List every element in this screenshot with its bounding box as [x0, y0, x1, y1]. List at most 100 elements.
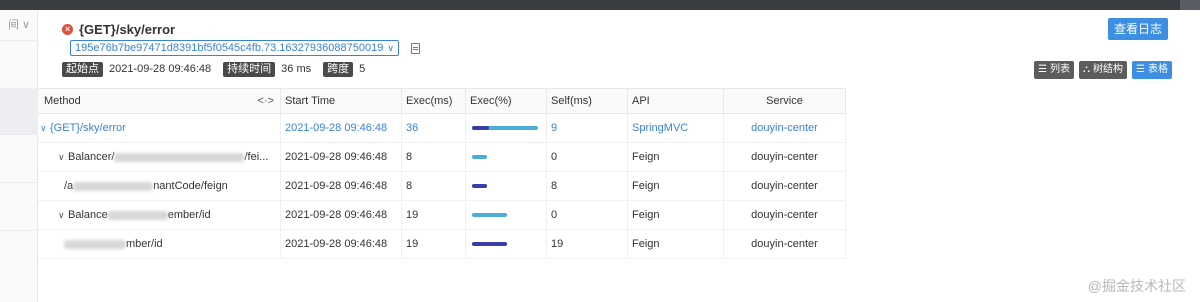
page-title: {GET}/sky/error [79, 21, 176, 37]
method-text-prefix: Balancer/ [68, 151, 115, 163]
table-row[interactable]: /a nantCode/feign 2021-09-28 09:46:48 8 8… [38, 172, 846, 201]
list-view-button[interactable]: ☰ 列表 [1034, 61, 1075, 79]
self-bar [472, 242, 507, 246]
watermark: @掘金技术社区 [1087, 278, 1186, 294]
exec-bar [472, 213, 507, 217]
method-text-suffix: ember/id [167, 209, 211, 221]
exec-ms-cell: 8 [402, 172, 466, 200]
table-row[interactable]: ∨ {GET}/sky/error 2021-09-28 09:46:48 36 … [38, 114, 846, 143]
window-top-bar [0, 0, 1200, 10]
tree-view-button[interactable]: ⛬ 树结构 [1079, 61, 1128, 79]
exec-bar [472, 155, 487, 159]
column-method[interactable]: Method <·> [38, 89, 281, 114]
exec-ms-cell: 36 [402, 114, 466, 142]
method-cell: ∨ Balancer/ /fei... [38, 143, 281, 171]
service-cell: douyin-center [724, 230, 846, 258]
chevron-down-icon[interactable]: ∨ [40, 114, 50, 142]
trace-meta: 起始点 2021-09-28 09:46:48 持续时间 36 ms 跨度 5 [62, 61, 377, 77]
method-text-suffix: nantCode/feign [153, 180, 228, 192]
redacted-text [73, 181, 154, 191]
divider [0, 182, 38, 183]
start-time-cell: 2021-09-28 09:46:48 [281, 201, 402, 229]
left-pane-header[interactable]: 间 ∨ [0, 14, 38, 36]
exec-pct-cell [466, 114, 547, 142]
error-icon: × [62, 23, 73, 35]
chevron-down-icon[interactable]: ∨ [58, 201, 68, 229]
chevron-down-icon: ∨ [387, 43, 394, 53]
column-api[interactable]: API [628, 89, 724, 114]
service-cell: douyin-center [724, 201, 846, 229]
self-bar [472, 184, 487, 188]
redacted-text [64, 239, 126, 249]
method-cell: mber/id [38, 230, 281, 258]
tree-icon: ⛬ [1083, 64, 1091, 75]
column-self-ms[interactable]: Self(ms) [547, 89, 628, 114]
table-row[interactable]: ∨ Balance ember/id 2021-09-28 09:46:48 19 … [38, 201, 846, 230]
start-time-cell: 2021-09-28 09:46:48 [281, 143, 402, 171]
exec-pct-cell [466, 143, 547, 171]
column-exec-pct[interactable]: Exec(%) [466, 89, 547, 114]
exec-ms-cell: 8 [402, 143, 466, 171]
tree-view-label: 树结构 [1093, 64, 1124, 75]
api-cell: SpringMVC [628, 114, 724, 142]
view-log-button[interactable]: 查看日志 [1108, 18, 1168, 40]
column-exec-ms[interactable]: Exec(ms) [402, 89, 466, 114]
duration-value: 36 ms [281, 63, 312, 75]
table-header: Method <·> Start Time Exec(ms) Exec(%) S… [38, 88, 846, 114]
method-cell: /a nantCode/feign [38, 172, 281, 200]
chevron-down-icon[interactable]: ∨ [58, 143, 68, 171]
api-cell: Feign [628, 201, 724, 229]
table-view-label: 表格 [1148, 64, 1168, 75]
method-cell: ∨ Balance ember/id [38, 201, 281, 229]
start-time-cell: 2021-09-28 09:46:48 [281, 172, 402, 200]
start-time-cell: 2021-09-28 09:46:48 [281, 230, 402, 258]
exec-pct-cell [466, 172, 547, 200]
service-cell: douyin-center [724, 143, 846, 171]
method-text-prefix: /a [64, 180, 74, 192]
trace-id-select[interactable]: 195e76b7be97471d8391bf5f0545c4fb.73.1632… [70, 40, 399, 56]
table-row[interactable]: mber/id 2021-09-28 09:46:48 19 19 Feign … [38, 230, 846, 259]
copy-icon[interactable] [410, 42, 420, 54]
span-value: 5 [359, 63, 366, 75]
exec-ms-cell: 19 [402, 230, 466, 258]
self-ms-cell: 8 [547, 172, 628, 200]
self-ms-cell: 19 [547, 230, 628, 258]
top-bar-accent [1180, 0, 1200, 10]
service-cell: douyin-center [724, 172, 846, 200]
left-pane-selected-item[interactable] [0, 88, 38, 134]
self-ms-cell: 0 [547, 143, 628, 171]
api-cell: Feign [628, 172, 724, 200]
list-icon: ☰ [1038, 64, 1048, 75]
redacted-text [107, 210, 168, 220]
self-ms-cell: 9 [547, 114, 628, 142]
self-ms-cell: 0 [547, 201, 628, 229]
column-start-time[interactable]: Start Time [281, 89, 402, 114]
trace-id-value: 195e76b7be97471d8391bf5f0545c4fb.73.1632… [75, 42, 384, 54]
table-view-button[interactable]: ☰ 表格 [1132, 61, 1172, 79]
table-icon: ☰ [1136, 64, 1145, 75]
method-text-suffix: mber/id [126, 238, 163, 250]
trace-span-table: Method <·> Start Time Exec(ms) Exec(%) S… [38, 88, 846, 259]
self-bar [472, 126, 489, 130]
column-method-label: Method [44, 95, 81, 107]
span-label: 跨度 [323, 61, 354, 77]
exec-pct-cell [466, 201, 547, 229]
method-text-prefix: Balance [68, 209, 108, 221]
left-pane: 间 ∨ [0, 10, 38, 302]
view-switcher: ☰ 列表 ⛬ 树结构 ☰ 表格 [1029, 61, 1172, 79]
exec-ms-cell: 19 [402, 201, 466, 229]
column-service[interactable]: Service [724, 89, 846, 114]
column-resize-icon[interactable]: <·> [257, 89, 274, 114]
trace-detail-panel: × {GET}/sky/error 195e76b7be97471d8391bf… [38, 10, 1200, 302]
list-view-label: 列表 [1050, 64, 1071, 75]
method-text: {GET}/sky/error [50, 122, 126, 134]
service-cell: douyin-center [724, 114, 846, 142]
divider [0, 230, 38, 231]
table-row[interactable]: ∨ Balancer//fei... 2021-09-28 09:46:48 8 … [38, 143, 846, 172]
duration-label: 持续时间 [223, 61, 276, 77]
exec-pct-cell [466, 230, 547, 258]
divider [0, 134, 38, 135]
redacted-text [114, 152, 245, 162]
start-time-cell: 2021-09-28 09:46:48 [281, 114, 402, 142]
start-label: 起始点 [62, 61, 103, 77]
